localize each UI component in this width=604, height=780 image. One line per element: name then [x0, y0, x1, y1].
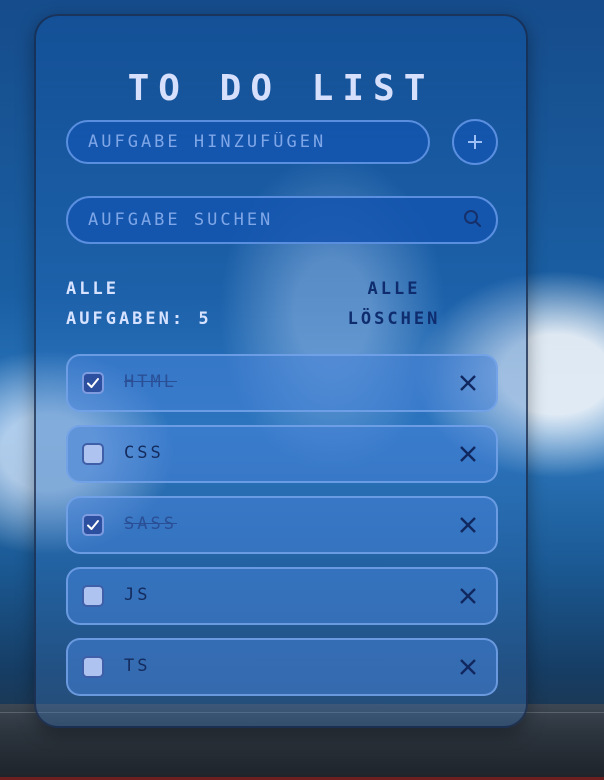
- task-checkbox[interactable]: [82, 656, 104, 678]
- task-count: ALLE AUFGABEN: 5: [66, 274, 212, 334]
- task-text: TS: [124, 656, 151, 676]
- task-count-label-line2: AUFGABEN: 5: [66, 309, 212, 329]
- todo-card: TO DO LIST ALLE AUFGABEN: 5 ALLE LÖSCHEN…: [34, 14, 528, 728]
- task-item: JS: [66, 567, 498, 625]
- task-item: TS: [66, 638, 498, 696]
- clear-all-label-line1: ALLE: [367, 279, 421, 299]
- task-list: HTML CSS SASS JS TS: [66, 354, 498, 709]
- delete-icon[interactable]: [458, 444, 478, 464]
- search-icon[interactable]: [462, 208, 484, 230]
- task-text: SASS: [124, 514, 177, 534]
- task-count-label-line1: ALLE: [66, 279, 119, 299]
- clear-all-button[interactable]: ALLE LÖSCHEN: [332, 274, 456, 334]
- add-task-input[interactable]: [66, 120, 430, 164]
- delete-icon[interactable]: [458, 373, 478, 393]
- task-text: HTML: [124, 372, 177, 392]
- search-row: [66, 196, 498, 244]
- task-checkbox[interactable]: [82, 372, 104, 394]
- task-text: CSS: [124, 443, 164, 463]
- plus-icon: [468, 135, 482, 149]
- task-item: SASS: [66, 496, 498, 554]
- delete-icon[interactable]: [458, 586, 478, 606]
- add-task-row: [66, 119, 500, 170]
- checkmark-icon: [87, 520, 99, 530]
- task-text: JS: [124, 585, 151, 605]
- delete-icon[interactable]: [458, 657, 478, 677]
- checkmark-icon: [87, 378, 99, 388]
- search-input[interactable]: [66, 196, 498, 244]
- task-checkbox[interactable]: [82, 443, 104, 465]
- page-title: TO DO LIST: [127, 68, 435, 109]
- task-item: CSS: [66, 425, 498, 483]
- task-checkbox[interactable]: [82, 585, 104, 607]
- delete-icon[interactable]: [458, 515, 478, 535]
- clear-all-label-line2: LÖSCHEN: [347, 309, 441, 329]
- task-checkbox[interactable]: [82, 514, 104, 536]
- task-item: HTML: [66, 354, 498, 412]
- add-task-button[interactable]: [452, 119, 498, 165]
